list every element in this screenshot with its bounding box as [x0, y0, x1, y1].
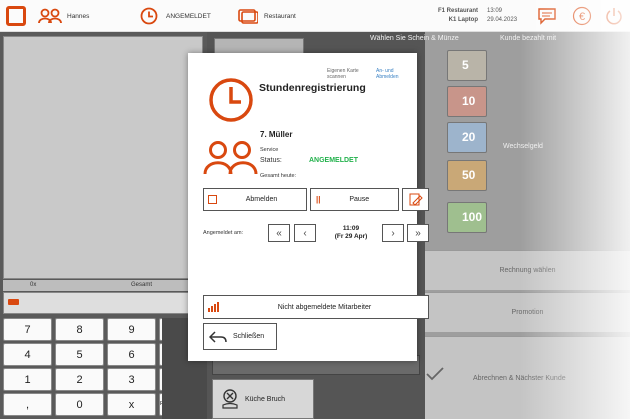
number-key[interactable]: 5	[55, 343, 104, 366]
euro-bill-5[interactable]: 5	[447, 50, 487, 81]
datetime: 13:09 29.04.2023	[487, 7, 517, 25]
scan-card-link[interactable]: Eigenen Karte scannen	[327, 68, 367, 80]
time-registration-dialog: Stundenregistrierung Eigenen Karte scann…	[188, 53, 429, 361]
bill-value: 10	[462, 94, 476, 108]
sum-count: 0x	[30, 282, 37, 288]
bill-value: 100	[462, 210, 483, 224]
since-label: Angemeldet am:	[203, 230, 244, 236]
employee-role: Service	[260, 147, 279, 153]
logout-label: Abmelden	[245, 196, 278, 203]
bill-value: 5	[462, 58, 469, 72]
pause-label: Pause	[349, 196, 370, 203]
first-button[interactable]: «	[268, 224, 290, 242]
number-key[interactable]: 7	[3, 318, 52, 341]
status-label: Status:	[260, 157, 282, 164]
sum-label: Gesamt	[131, 282, 153, 288]
total-today-label: Gesamt heute:	[260, 173, 297, 179]
chevron-right-icon: ›	[391, 227, 395, 239]
user-button[interactable]: Hannes	[38, 0, 89, 32]
number-key[interactable]: 8	[55, 318, 104, 341]
previous-button[interactable]: ‹	[294, 224, 316, 242]
next-button[interactable]: ›	[382, 224, 404, 242]
since-time: 11:09	[342, 225, 360, 232]
double-chevron-right-icon: »	[415, 227, 421, 239]
close-button[interactable]: Schließen	[203, 323, 277, 350]
number-key[interactable]: 0	[55, 393, 104, 416]
employee-name: 7. Müller	[260, 130, 293, 139]
number-key[interactable]: 6	[107, 343, 156, 366]
euro-bill-20[interactable]: 20	[447, 122, 487, 153]
number-key[interactable]: 3	[107, 368, 156, 391]
pause-button[interactable]: || Pause	[310, 188, 399, 211]
unregistered-employees-button[interactable]: Nicht abgemeldete Mitarbeiter	[203, 295, 429, 319]
double-chevron-left-icon: «	[276, 227, 282, 239]
status-text: ANGEMELDET	[166, 12, 211, 20]
number-key[interactable]: 4	[3, 343, 52, 366]
edit-icon	[409, 193, 423, 206]
number-key[interactable]: x	[107, 393, 156, 416]
since-date: (Fr 29 Apr)	[334, 233, 368, 240]
logo-icon[interactable]	[6, 6, 26, 26]
kitchen-break-label: Küche Bruch	[245, 395, 286, 403]
logout-button[interactable]: Abmelden	[203, 188, 307, 211]
cancel-icon[interactable]	[8, 299, 19, 305]
sum-row: 0x Gesamt	[3, 280, 203, 291]
receipt-area[interactable]	[3, 36, 203, 279]
right-fade-overlay	[520, 0, 630, 419]
check-icon	[426, 367, 444, 381]
user-name: Hannes	[67, 12, 90, 20]
number-key[interactable]: 2	[55, 368, 104, 391]
since-datetime: 11:09 (Fr 29 Apr)	[326, 225, 376, 241]
dialog-title: Stundenregistrierung	[259, 82, 366, 94]
time-text: 13:09	[487, 8, 503, 14]
clock-icon	[209, 78, 253, 122]
number-key[interactable]: 1	[3, 368, 52, 391]
unregistered-employees-label: Nicht abgemeldete Mitarbeiter	[277, 303, 372, 311]
status-button[interactable]: ANGEMELDET	[140, 0, 211, 32]
register-info: F1 Restaurant K1 Laptop	[430, 7, 478, 25]
users-icon	[38, 8, 62, 24]
kitchen-break-icon	[222, 389, 238, 409]
amount-input[interactable]	[3, 292, 203, 314]
users-icon	[203, 141, 258, 175]
bills-header: Wählen Sie Schein & Münze	[370, 35, 459, 42]
euro-bill-10[interactable]: 10	[447, 86, 487, 117]
bill-value: 20	[462, 130, 476, 144]
register-name: F1 Restaurant	[437, 8, 478, 14]
date-text: 29.04.2023	[487, 17, 518, 23]
number-key[interactable]: 9	[107, 318, 156, 341]
location-button[interactable]: Restaurant	[238, 0, 296, 32]
clock-icon	[140, 7, 158, 25]
euro-bill-50[interactable]: 50	[447, 160, 487, 191]
euro-bill-100[interactable]: 100	[447, 202, 487, 233]
device-name: K1 Laptop	[448, 17, 478, 23]
number-key[interactable]: ,	[3, 393, 52, 416]
last-button[interactable]: »	[407, 224, 429, 242]
login-logout-link[interactable]: An- und Abmelden	[376, 68, 417, 80]
chart-icon	[208, 302, 219, 312]
stop-icon	[208, 195, 217, 204]
bill-value: 50	[462, 168, 476, 182]
back-arrow-icon	[209, 330, 227, 343]
edit-button[interactable]	[402, 188, 429, 211]
location-text: Restaurant	[264, 12, 296, 20]
kitchen-break-button[interactable]: Küche Bruch	[212, 379, 314, 419]
status-value: ANGEMELDET	[309, 157, 358, 164]
chevron-left-icon: ‹	[303, 227, 307, 239]
register-icon	[238, 9, 258, 24]
close-label: Schließen	[233, 333, 265, 340]
